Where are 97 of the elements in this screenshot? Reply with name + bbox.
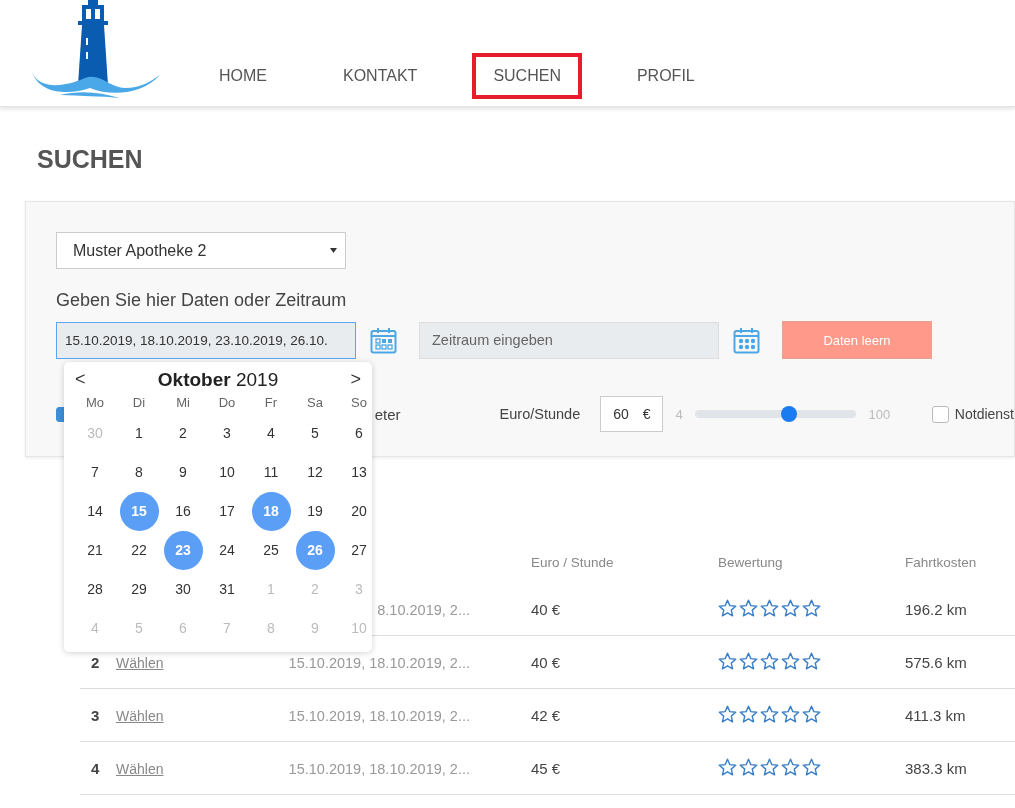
weekday-label: Sa xyxy=(306,393,324,412)
rate-field[interactable]: 60 € xyxy=(600,396,664,432)
column-header: Fahrtkosten xyxy=(905,554,978,570)
rate-cell: 45 € xyxy=(531,759,561,777)
dates-cell: 15.10.2019, 18.10.2019, 2... xyxy=(288,760,470,777)
calendar-day[interactable]: 28 xyxy=(75,569,115,609)
row-number: 2 xyxy=(90,653,100,671)
rate-cell: 40 € xyxy=(531,600,561,618)
slider-min-label: 4 xyxy=(675,406,683,422)
slider-max-label: 100 xyxy=(868,406,891,422)
calendar-day[interactable]: 1 xyxy=(119,413,159,453)
weekday-label: Mi xyxy=(175,393,191,412)
weekday-label: Mo xyxy=(84,393,106,412)
checkbox[interactable] xyxy=(932,405,949,423)
calendar-day[interactable]: 29 xyxy=(119,569,159,609)
distance-cell: 575.6 km xyxy=(905,653,967,671)
weekday-label: So xyxy=(350,393,368,412)
star-icon xyxy=(718,704,737,723)
calendar-day[interactable]: 2 xyxy=(163,413,203,453)
select-link[interactable]: Wählen xyxy=(116,707,164,724)
slider-thumb[interactable] xyxy=(780,406,797,422)
calendar-day[interactable]: 22 xyxy=(119,530,159,570)
checkbox-label: eter xyxy=(374,405,401,423)
calendar-day[interactable]: 8 xyxy=(119,452,159,492)
star-icon xyxy=(760,757,779,776)
nav-link[interactable]: KONTAKT xyxy=(322,53,439,99)
nav-link[interactable]: HOME xyxy=(198,53,288,99)
star-icon xyxy=(781,757,800,776)
star-icon xyxy=(781,704,800,723)
previous-month-button[interactable]: < xyxy=(75,369,86,390)
star-icon xyxy=(718,651,737,670)
month-title: Oktober 2019 xyxy=(157,368,279,391)
nav-link[interactable]: SUCHEN xyxy=(472,53,582,99)
calendar-day[interactable]: 3 xyxy=(207,413,247,453)
calendar-day[interactable]: 17 xyxy=(207,491,247,531)
calendar-day[interactable]: 24 xyxy=(207,530,247,570)
select-link[interactable]: Wählen xyxy=(116,654,164,671)
calendar-day[interactable]: 19 xyxy=(295,491,335,531)
star-icon xyxy=(718,757,737,776)
rate-cell: 40 € xyxy=(531,653,561,671)
distance-cell: 196.2 km xyxy=(905,600,967,618)
dates-cell: 15.10.2019, 18.10.2019, 2... xyxy=(288,707,470,724)
calendar-day[interactable]: 31 xyxy=(207,569,247,609)
dates-cell: 8.10.2019, 2... xyxy=(377,601,470,618)
dates-cell: 15.10.2019, 18.10.2019, 2... xyxy=(288,654,470,671)
star-icon xyxy=(739,598,758,617)
weekday-label: Di xyxy=(131,393,147,412)
star-icon xyxy=(739,757,758,776)
dates-field[interactable]: 15.10.2019, 18.10.2019, 23.10.2019, 26.10. xyxy=(56,321,356,359)
star-icon xyxy=(760,651,779,670)
star-icon xyxy=(760,598,779,617)
calendar-day[interactable]: 10 xyxy=(207,452,247,492)
row-number: 3 xyxy=(90,706,100,724)
star-icon xyxy=(802,704,821,723)
calendar-day[interactable]: 12 xyxy=(295,452,335,492)
caret-icon xyxy=(330,248,337,253)
calendar-day[interactable]: 14 xyxy=(75,491,115,531)
calendar-day[interactable]: 30 xyxy=(163,569,203,609)
star-icon xyxy=(739,704,758,723)
page-title: SUCHEN xyxy=(37,145,144,174)
weekday-label: Do xyxy=(217,393,237,412)
rate-label: Euro/Stunde xyxy=(499,406,581,422)
calendar-day[interactable]: 7 xyxy=(75,452,115,492)
star-icon xyxy=(802,598,821,617)
calendar-day[interactable]: 13 xyxy=(339,452,379,492)
calendar-day[interactable]: 21 xyxy=(75,530,115,570)
calendar-day[interactable]: 5 xyxy=(295,413,335,453)
calendar-day[interactable]: 27 xyxy=(339,530,379,570)
nav-link[interactable]: PROFIL xyxy=(615,53,716,99)
star-icon xyxy=(781,598,800,617)
range-field[interactable]: Zeitraum eingeben xyxy=(419,321,719,359)
calendar-day[interactable]: 20 xyxy=(339,491,379,531)
rate-cell: 42 € xyxy=(531,706,561,724)
pharmacy-select[interactable]: Muster Apotheke 2 xyxy=(56,232,346,269)
weekday-label: Fr xyxy=(263,393,279,412)
star-icon xyxy=(718,598,737,617)
column-header: Euro / Stunde xyxy=(530,554,615,570)
row-number: 4 xyxy=(90,759,100,777)
column-header: Bewertung xyxy=(718,554,784,570)
checkbox-label: Notdienst xyxy=(954,406,1014,422)
calendar-icon[interactable] xyxy=(370,326,397,354)
calendar-day[interactable]: 4 xyxy=(251,413,291,453)
distance-cell: 383.3 km xyxy=(905,759,967,777)
calendar-day[interactable]: 9 xyxy=(163,452,203,492)
star-icon xyxy=(760,704,779,723)
star-icon xyxy=(781,651,800,670)
select-link[interactable]: Wählen xyxy=(116,760,164,777)
dates-label: Geben Sie hier Daten oder Zeitraum xyxy=(56,290,348,311)
calendar-day[interactable]: 25 xyxy=(251,530,291,570)
next-month-button[interactable]: > xyxy=(350,369,361,390)
calendar-day[interactable]: 16 xyxy=(163,491,203,531)
star-icon xyxy=(802,757,821,776)
star-icon xyxy=(739,651,758,670)
calendar-icon[interactable] xyxy=(733,326,760,354)
distance-cell: 411.3 km xyxy=(905,706,966,724)
star-icon xyxy=(802,651,821,670)
calendar-day[interactable]: 11 xyxy=(251,452,291,492)
